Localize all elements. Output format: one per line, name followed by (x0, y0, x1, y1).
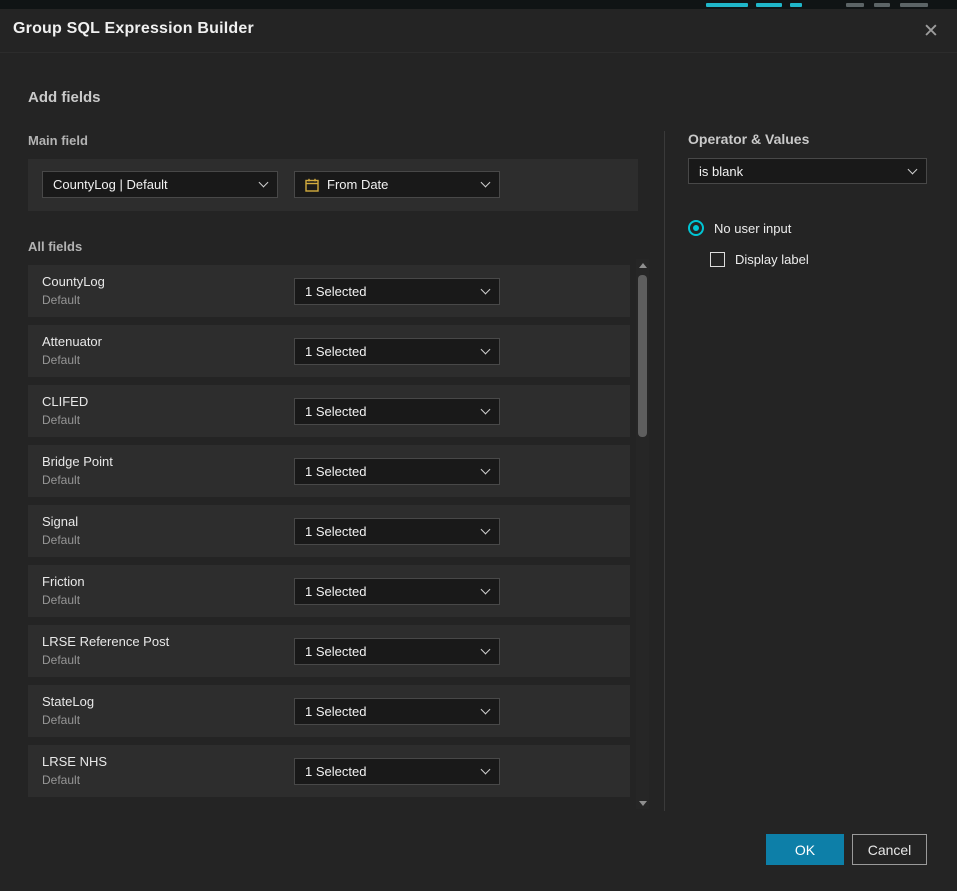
field-selected-value: 1 Selected (305, 344, 366, 359)
close-icon[interactable]: ✕ (917, 17, 945, 45)
field-subtitle: Default (42, 773, 80, 787)
chevron-down-icon (908, 164, 918, 174)
field-selected-value: 1 Selected (305, 404, 366, 419)
field-subtitle: Default (42, 533, 80, 547)
chevron-down-icon (481, 178, 491, 188)
checkbox-unchecked-icon (710, 252, 725, 267)
field-row: Bridge Point Default 1 Selected (28, 445, 630, 497)
field-selected-dropdown[interactable]: 1 Selected (294, 638, 500, 665)
field-subtitle: Default (42, 653, 80, 667)
main-source-dropdown[interactable]: CountyLog | Default (42, 171, 278, 198)
field-selected-value: 1 Selected (305, 524, 366, 539)
operator-values-heading: Operator & Values (688, 131, 809, 147)
ok-button[interactable]: OK (766, 834, 844, 865)
field-subtitle: Default (42, 473, 80, 487)
chevron-down-icon (481, 525, 491, 535)
field-row: CLIFED Default 1 Selected (28, 385, 630, 437)
field-row: CountyLog Default 1 Selected (28, 265, 630, 317)
field-row: Signal Default 1 Selected (28, 505, 630, 557)
field-selected-dropdown[interactable]: 1 Selected (294, 578, 500, 605)
field-selected-dropdown[interactable]: 1 Selected (294, 698, 500, 725)
field-selected-value: 1 Selected (305, 284, 366, 299)
chevron-down-icon (481, 345, 491, 355)
cancel-button[interactable]: Cancel (852, 834, 927, 865)
chevron-down-icon (481, 465, 491, 475)
field-name: LRSE NHS (42, 754, 107, 769)
chevron-down-icon (481, 645, 491, 655)
display-label-checkbox[interactable]: Display label (710, 252, 809, 267)
chevron-down-icon (481, 705, 491, 715)
no-user-input-radio[interactable]: No user input (688, 220, 791, 236)
chevron-down-icon (259, 178, 269, 188)
main-field-dropdown[interactable]: From Date (294, 171, 500, 198)
field-selected-value: 1 Selected (305, 584, 366, 599)
display-label-label: Display label (735, 252, 809, 267)
field-selected-dropdown[interactable]: 1 Selected (294, 518, 500, 545)
main-source-value: CountyLog | Default (53, 177, 168, 192)
field-name: CLIFED (42, 394, 88, 409)
scroll-up-icon[interactable] (636, 259, 649, 271)
chevron-down-icon (481, 585, 491, 595)
operator-dropdown[interactable]: is blank (688, 158, 927, 184)
field-selected-value: 1 Selected (305, 704, 366, 719)
field-name: CountyLog (42, 274, 105, 289)
background-remnant (900, 3, 928, 7)
field-selected-value: 1 Selected (305, 464, 366, 479)
field-subtitle: Default (42, 353, 80, 367)
scrollbar-thumb[interactable] (638, 275, 647, 437)
chevron-down-icon (481, 405, 491, 415)
background-remnant (756, 3, 782, 7)
main-field-label: Main field (28, 133, 88, 148)
field-subtitle: Default (42, 593, 80, 607)
field-row: StateLog Default 1 Selected (28, 685, 630, 737)
main-field-panel: CountyLog | Default From Date (28, 159, 638, 211)
dialog-title-bar: Group SQL Expression Builder ✕ (0, 9, 957, 53)
operator-value: is blank (699, 164, 743, 179)
background-remnant (846, 3, 864, 7)
radio-selected-icon (688, 220, 704, 236)
group-sql-expression-builder-dialog: Group SQL Expression Builder ✕ Add field… (0, 9, 957, 891)
field-row: Attenuator Default 1 Selected (28, 325, 630, 377)
calendar-icon (305, 178, 319, 192)
field-name: Attenuator (42, 334, 102, 349)
panel-divider (664, 131, 665, 811)
no-user-input-label: No user input (714, 221, 791, 236)
background-remnant (706, 3, 748, 7)
background-strip (0, 0, 957, 9)
chevron-down-icon (481, 285, 491, 295)
field-selected-value: 1 Selected (305, 764, 366, 779)
field-name: LRSE Reference Post (42, 634, 169, 649)
field-name: StateLog (42, 694, 94, 709)
field-row: LRSE NHS Default 1 Selected (28, 745, 630, 797)
field-subtitle: Default (42, 713, 80, 727)
field-name: Signal (42, 514, 78, 529)
field-name: Friction (42, 574, 85, 589)
field-selected-dropdown[interactable]: 1 Selected (294, 278, 500, 305)
field-selected-dropdown[interactable]: 1 Selected (294, 758, 500, 785)
field-selected-dropdown[interactable]: 1 Selected (294, 338, 500, 365)
chevron-down-icon (481, 765, 491, 775)
field-selected-dropdown[interactable]: 1 Selected (294, 398, 500, 425)
all-fields-list: CountyLog Default 1 Selected Attenuator … (28, 265, 630, 805)
list-scrollbar[interactable] (636, 259, 649, 809)
scroll-down-icon[interactable] (636, 797, 649, 809)
field-name: Bridge Point (42, 454, 113, 469)
main-field-value: From Date (327, 177, 388, 192)
field-row: Friction Default 1 Selected (28, 565, 630, 617)
field-selected-value: 1 Selected (305, 644, 366, 659)
field-subtitle: Default (42, 413, 80, 427)
field-selected-dropdown[interactable]: 1 Selected (294, 458, 500, 485)
field-subtitle: Default (42, 293, 80, 307)
all-fields-label: All fields (28, 239, 82, 254)
add-fields-heading: Add fields (28, 89, 101, 106)
background-remnant (790, 3, 802, 7)
dialog-title: Group SQL Expression Builder (13, 20, 254, 38)
background-remnant (874, 3, 890, 7)
field-row: LRSE Reference Post Default 1 Selected (28, 625, 630, 677)
